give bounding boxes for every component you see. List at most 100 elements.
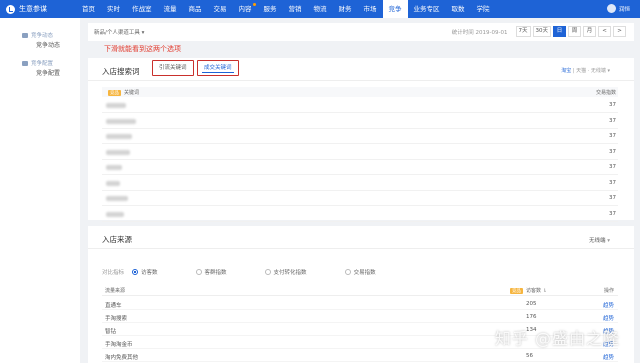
sidebar-section-config: 竞争配置	[0, 58, 80, 68]
device-select[interactable]: 无线端	[589, 236, 610, 244]
visitor-count: 56	[526, 353, 533, 359]
folder-icon	[22, 60, 28, 66]
table-header: 流量来源 竞品 访客数 ⇂ 操作	[102, 284, 618, 296]
nav-item[interactable]: 流量	[158, 0, 183, 18]
col-trade-index: 交易指数	[595, 90, 616, 96]
app-name: 生意参谋	[19, 5, 47, 13]
redacted-keyword	[106, 134, 132, 139]
period-button[interactable]: 30天	[532, 26, 551, 37]
trend-link[interactable]: 趋势	[603, 314, 614, 322]
notification-dot	[252, 3, 256, 6]
folder-icon	[22, 32, 28, 38]
nav-item[interactable]: 财务	[333, 0, 358, 18]
sidebar-item-config[interactable]: 竞争配置	[0, 68, 80, 80]
trade-index-value: 37	[609, 102, 616, 108]
nav-item[interactable]: 营销	[283, 0, 308, 18]
table-row: 手淘搜索 176 趋势	[102, 311, 618, 323]
radio-icon	[132, 269, 139, 275]
table-row: 直通车 205 趋势	[102, 298, 618, 310]
stat-time: 统计时间 2019-09-01	[451, 29, 508, 36]
source-name: 手淘淘金币	[105, 342, 133, 348]
nav-item[interactable]: 市场	[358, 0, 383, 18]
table-row: 37	[102, 160, 618, 175]
nav-item[interactable]: 实时	[101, 0, 126, 18]
sidebar-section-dynamics: 竞争动态	[0, 30, 80, 40]
radio-icon	[344, 269, 351, 275]
metric-radio[interactable]: 访客数	[132, 268, 158, 276]
col-action: 操作	[603, 288, 614, 294]
redacted-keyword	[106, 180, 120, 186]
toolbar: 新品/个人渠道工具 ▾ 统计时间 2019-09-01 7天 30天日周月 < >	[88, 23, 634, 41]
period-button[interactable]: >	[613, 26, 626, 37]
card-title: 入店来源	[102, 235, 132, 244]
nav-item[interactable]: 作战室	[126, 0, 158, 18]
top-nav: 生意参谋 首页 实时 作战室 流量 商品 交易 内容 服务 营销 物流 财务 市场 竞争 业务专区 取数 学院…	[0, 0, 640, 18]
logo[interactable]: 生意参谋	[0, 4, 76, 14]
table-row: 37	[102, 114, 618, 129]
metrics-label: 对比指标	[102, 270, 125, 276]
annotation-note: 下滑就能看到这两个选项	[104, 45, 181, 53]
metric-radio[interactable]: 交易指数	[344, 268, 376, 276]
nav-item[interactable]: 交易	[208, 0, 233, 18]
period-button[interactable]: <	[598, 26, 611, 37]
divider	[88, 80, 634, 81]
redacted-keyword	[106, 196, 128, 201]
nav-item[interactable]: 竞争	[382, 0, 408, 18]
trade-index-value: 37	[609, 148, 616, 155]
radio-icon	[264, 269, 271, 275]
table-row: 淘内免费其他 56 趋势	[102, 350, 618, 362]
sidebar-item-dynamics[interactable]: 竞争动态	[0, 40, 80, 52]
trade-index-value: 37	[609, 179, 616, 186]
tab-traffic-keywords[interactable]: 引流关键词	[152, 60, 194, 76]
source-name: 直通车	[105, 303, 122, 309]
breadcrumb[interactable]: 新品/个人渠道工具 ▾	[88, 28, 144, 36]
nav-item[interactable]: 学院	[471, 0, 496, 18]
period-button[interactable]: 月	[583, 26, 596, 37]
tab-conversion-keywords[interactable]: 成交关键词	[197, 60, 239, 76]
period-button[interactable]: 周	[568, 26, 581, 37]
trend-link[interactable]: 趋势	[603, 301, 614, 309]
nav-item[interactable]: 商品	[183, 0, 208, 18]
col-keyword: 关键词	[124, 90, 140, 96]
redacted-keyword	[106, 103, 126, 108]
redacted-keyword	[106, 211, 124, 217]
divider	[88, 248, 634, 249]
watermark: 知乎 @盛由之隆	[494, 329, 620, 348]
table-row: 37	[102, 145, 618, 160]
nav-item[interactable]: 物流	[308, 0, 333, 18]
visitor-count: 205	[526, 301, 537, 307]
table-row: 37	[102, 176, 618, 191]
competitor-badge: 竞品	[108, 90, 121, 96]
nav-item[interactable]: 内容	[233, 0, 258, 18]
source-name: 智钻	[105, 329, 117, 335]
col-visitors[interactable]: 访客数 ⇂	[526, 288, 547, 294]
redacted-keyword	[106, 118, 136, 124]
metrics-selector: 对比指标 访客数 客群指数 支付转化指数 交易指数	[102, 266, 618, 278]
col-source: 流量来源	[105, 288, 126, 294]
nav-item[interactable]: 服务	[258, 0, 283, 18]
trend-link[interactable]: 趋势	[603, 353, 614, 361]
redacted-keyword	[106, 165, 122, 170]
nav-item[interactable]: 业务专区	[408, 0, 446, 18]
metric-radio[interactable]: 客群指数	[195, 268, 227, 276]
radio-icon	[195, 269, 202, 275]
period-button[interactable]: 日	[553, 26, 566, 37]
main-content: 新品/个人渠道工具 ▾ 统计时间 2019-09-01 7天 30天日周月 < > 下…	[88, 18, 634, 363]
nav-item[interactable]: 首页	[76, 0, 101, 18]
table-row: 37	[102, 98, 618, 113]
nav-item[interactable]: 取数	[446, 0, 471, 18]
logo-icon	[6, 4, 15, 14]
user-name: 润恒	[618, 6, 630, 13]
source-name: 淘内免费其他	[105, 355, 139, 361]
metric-radio[interactable]: 支付转化指数	[264, 268, 307, 276]
card-title: 入店搜索词	[102, 67, 140, 76]
table-header: 竞品 关键词 交易指数	[102, 87, 618, 97]
platform-filter[interactable]: 淘宝 | 天猫 · 无线端 ▾	[561, 67, 610, 74]
visitor-count: 176	[526, 314, 537, 320]
table-row: 37	[102, 191, 618, 206]
user-menu[interactable]: 润恒	[606, 4, 630, 13]
table-row: 37	[102, 129, 618, 144]
period-button[interactable]: 7天	[515, 26, 531, 37]
search-terms-card: 入店搜索词 引流关键词 成交关键词 淘宝 | 天猫 · 无线端 ▾ 竞品 关键词 …	[88, 58, 634, 222]
trade-index-value: 37	[609, 117, 616, 124]
